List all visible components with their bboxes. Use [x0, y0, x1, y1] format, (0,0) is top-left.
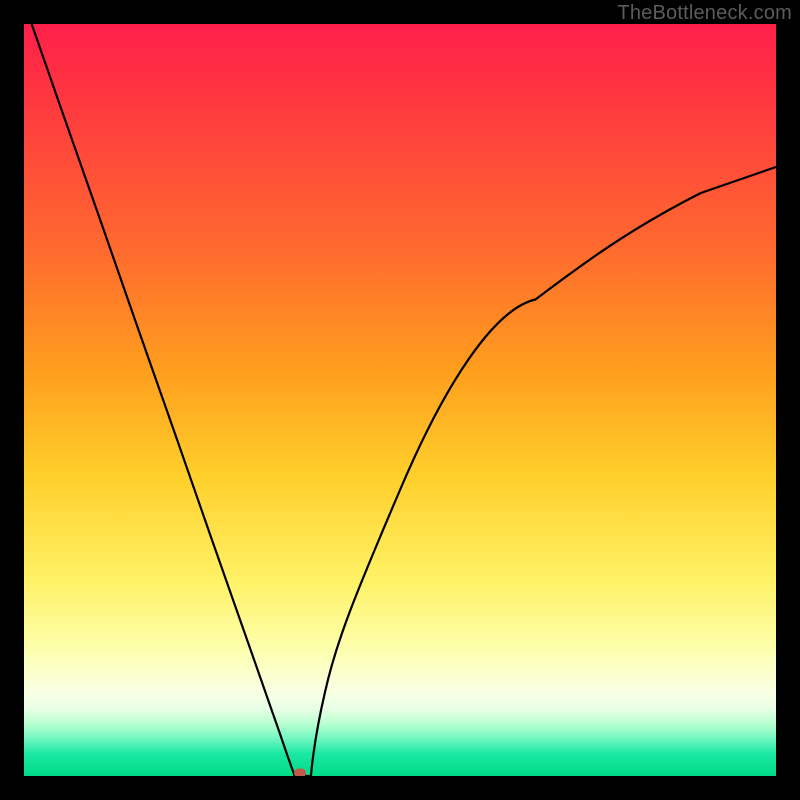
bottleneck-curve	[24, 24, 776, 776]
bottleneck-right-branch	[311, 167, 776, 776]
chart-frame: TheBottleneck.com	[0, 0, 800, 800]
bottleneck-left-branch	[24, 24, 295, 776]
plot-area	[24, 24, 776, 776]
watermark-text: TheBottleneck.com	[617, 2, 792, 25]
optimal-marker	[294, 769, 306, 777]
